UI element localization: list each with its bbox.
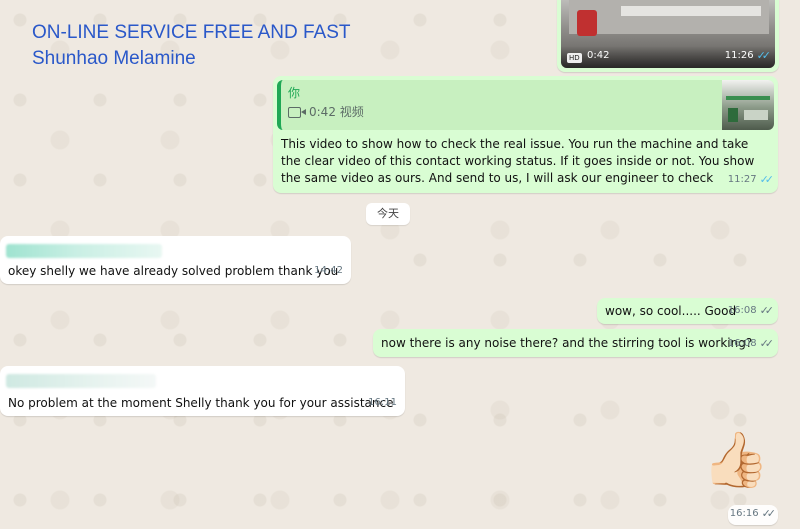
sender-name-blurred [6, 244, 162, 258]
incoming-message-2[interactable]: No problem at the moment Shelly thank yo… [0, 366, 405, 416]
message-text: okey shelly we have already solved probl… [8, 264, 339, 278]
emoji-meta-chip: 16:16 ✓✓ [728, 505, 778, 525]
video-message[interactable]: HD 0:42 11:26 ✓✓ [557, 0, 779, 72]
reply-message[interactable]: 你 0:42 视频 This video to show how to chec… [273, 76, 778, 193]
message-meta: 14:42 [314, 262, 343, 279]
outgoing-message-3[interactable]: now there is any noise there? and the st… [373, 329, 778, 357]
video-duration: 0:42 [587, 50, 610, 61]
reply-time: 11:27 [727, 174, 757, 185]
sender-name-blurred [6, 374, 156, 388]
delivered-ticks-icon: ✓✓ [759, 337, 775, 350]
delivered-ticks-icon: ✓✓ [761, 507, 777, 520]
message-meta: 16:11 [368, 394, 397, 411]
incoming-message-1[interactable]: okey shelly we have already solved probl… [0, 236, 351, 284]
message-text: now there is any noise there? and the st… [381, 336, 753, 350]
date-divider: 今天 [366, 203, 410, 225]
delivered-ticks-icon: ✓✓ [759, 304, 775, 317]
message-meta: 16:08 ✓✓ [727, 302, 775, 319]
message-text: No problem at the moment Shelly thank yo… [8, 396, 394, 410]
message-time: 16:08 [727, 338, 757, 349]
message-text: wow, so cool..... Good [605, 304, 737, 318]
message-time: 16:11 [368, 397, 397, 408]
video-time: 11:26 ✓✓ [724, 47, 772, 64]
thumbs-up-emoji[interactable]: 👍🏻 [702, 430, 769, 490]
message-time: 14:42 [314, 265, 343, 276]
promo-overlay: ON-LINE SERVICE FREE AND FAST Shunhao Me… [32, 20, 351, 72]
video-timestamp: 11:26 [724, 50, 754, 61]
promo-line-2: Shunhao Melamine [32, 48, 196, 69]
quote-author: 你 [288, 86, 301, 100]
video-camera-icon [288, 107, 306, 118]
message-time: 16:16 [729, 508, 759, 519]
quoted-message[interactable]: 你 0:42 视频 [277, 80, 774, 130]
promo-line-1: ON-LINE SERVICE FREE AND FAST [32, 22, 351, 43]
message-meta: 16:08 ✓✓ [727, 335, 775, 352]
quote-text: 0:42 视频 [309, 105, 364, 119]
read-receipt-icon: ✓✓ [759, 173, 775, 186]
read-receipt-icon: ✓✓ [756, 49, 772, 62]
reply-text: This video to show how to check the real… [281, 137, 755, 185]
video-thumbnail[interactable]: HD 0:42 11:26 ✓✓ [561, 0, 775, 68]
quote-thumbnail [722, 80, 774, 130]
hd-icon: HD [567, 53, 582, 63]
message-time: 16:08 [727, 305, 757, 316]
outgoing-message-2[interactable]: wow, so cool..... Good 16:08 ✓✓ [597, 298, 778, 324]
reply-meta: 11:27 ✓✓ [727, 171, 775, 188]
